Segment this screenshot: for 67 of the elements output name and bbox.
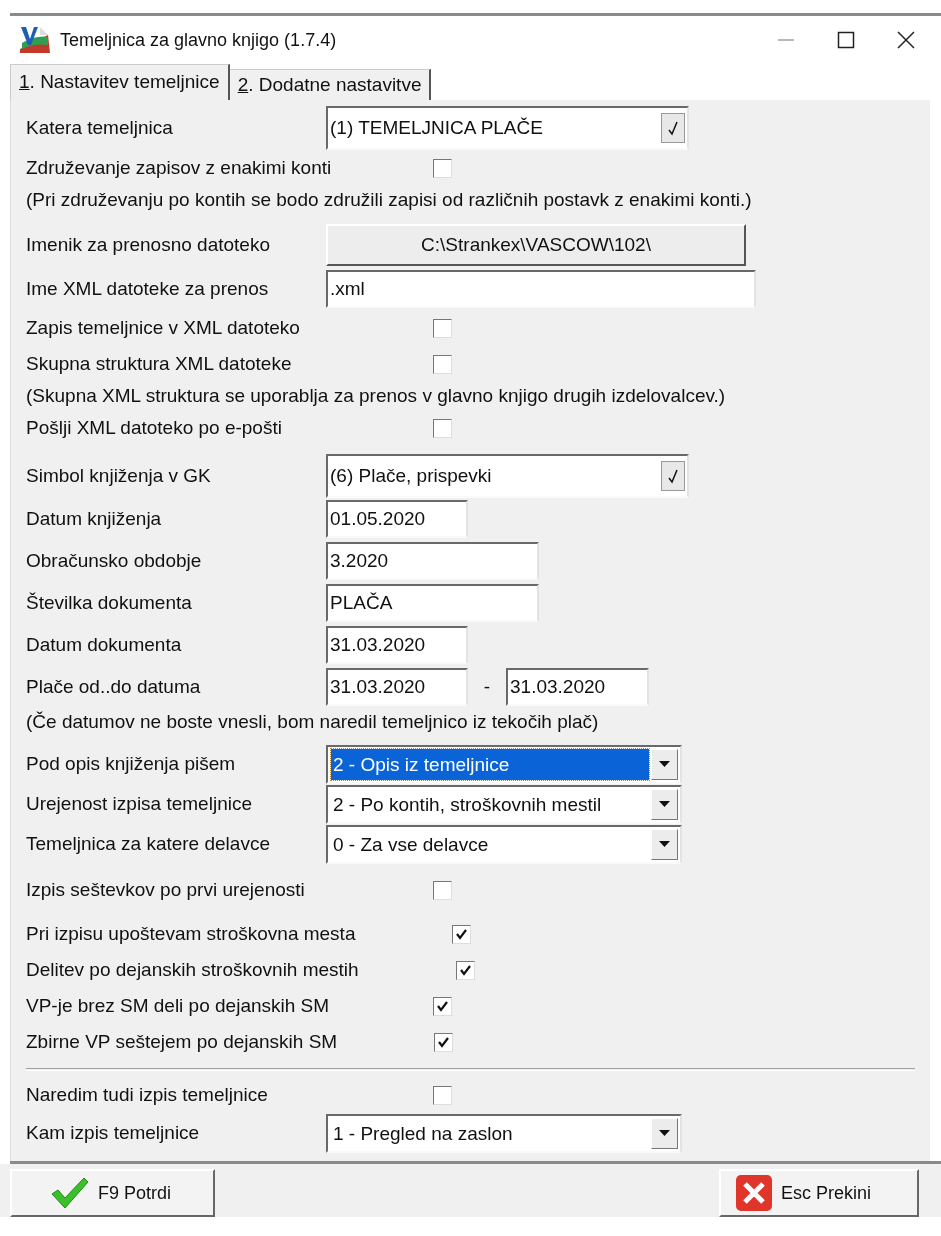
app-logo-icon <box>18 25 52 55</box>
dropdown[interactable]: 2 - Opis iz temeljnice <box>326 744 682 784</box>
checkbox-label: Delitev po dejanskih stroškovnih mestih <box>26 957 359 982</box>
checkbox-label: Zbirne VP seštejem po dejanskih SM <box>26 1029 338 1054</box>
checkbox[interactable] <box>433 418 452 438</box>
checkbox[interactable] <box>434 1032 454 1052</box>
note-text: (Skupna XML struktura se uporablja za prenos v glavno knjigo drugih izdelovalcev.) <box>26 383 726 408</box>
note-text: (Če datumov ne boste vnesli, bom naredil temeljnico iz tekočih plač) <box>26 709 599 734</box>
checkmark-icon <box>50 1176 90 1210</box>
field-label: Številka dokumenta <box>26 590 193 615</box>
maximize-icon[interactable] <box>837 31 855 49</box>
note-text: (Pri združevanju po kontih se bodo združili zapisi od različnih postavk z enakimi konti.) <box>26 187 752 212</box>
combo-box[interactable]: (6) Plače, prispevki <box>326 454 689 498</box>
folder-button[interactable]: C:\Strankex\VASCOW\102\ <box>326 224 746 266</box>
checkbox-label: Zapis temeljnice v XML datoteko <box>26 315 301 340</box>
field-label: Temeljnica za katere delavce <box>26 831 271 856</box>
date-field[interactable]: 31.03.2020 <box>326 668 468 706</box>
dropdown[interactable]: 0 - Za vse delavce <box>326 824 682 864</box>
input-field[interactable]: 3.2020 <box>326 542 539 580</box>
checkbox-label: Naredim tudi izpis temeljnice <box>26 1082 269 1107</box>
close-icon[interactable] <box>897 31 915 49</box>
check-icon <box>661 461 685 491</box>
dialog-button[interactable]: F9 Potrdi <box>10 1169 215 1217</box>
input-field[interactable]: 31.03.2020 <box>326 626 468 664</box>
field-label: Katera temeljnica <box>26 115 174 140</box>
checkbox-label: Skupna struktura XML datoteke <box>26 351 293 376</box>
tick-icon <box>436 999 449 1013</box>
checkbox[interactable] <box>433 996 452 1016</box>
tick-icon <box>437 1035 451 1049</box>
checkbox[interactable] <box>433 1085 452 1105</box>
input-field[interactable]: PLAČA <box>326 584 539 622</box>
dropdown[interactable]: 2 - Po kontih, stroškovnih mestil <box>326 784 682 824</box>
field-label: Ime XML datoteke za prenos <box>26 276 270 301</box>
field-label: Kam izpis temeljnice <box>26 1120 201 1145</box>
checkbox-label: Združevanje zapisov z enakimi konti <box>26 155 333 180</box>
field-label: Urejenost izpisa temeljnice <box>26 791 253 816</box>
tick-icon <box>455 927 469 941</box>
field-label: Datum knjiženja <box>26 506 163 531</box>
tick-icon <box>458 963 472 977</box>
tab[interactable]: 2. Dodatne nastavitve <box>229 69 432 100</box>
checkbox[interactable] <box>433 158 452 178</box>
checkbox-label: VP-je brez SM deli po dejanskih SM <box>26 993 331 1018</box>
field-label: Datum dokumenta <box>26 632 183 657</box>
field-label: Plače od..do datuma <box>26 674 202 699</box>
checkbox[interactable] <box>455 960 475 980</box>
checkbox-label: Pri izpisu upoštevam stroškovna mesta <box>26 921 356 946</box>
field-label: Simbol knjiženja v GK <box>26 463 212 488</box>
check-icon <box>661 113 685 143</box>
checkbox-label: Izpis seštevkov po prvi urejenosti <box>26 877 306 902</box>
input-field[interactable]: .xml <box>326 270 756 308</box>
date-field[interactable]: 31.03.2020 <box>506 668 649 706</box>
checkbox[interactable] <box>433 880 452 900</box>
close-icon <box>735 1174 773 1212</box>
combo-box[interactable]: (1) TEMELJNICA PLAČE <box>326 106 689 150</box>
dialog-button[interactable]: Esc Prekini <box>719 1169 919 1217</box>
dropdown[interactable]: 1 - Pregled na zaslon <box>326 1113 682 1153</box>
input-field[interactable]: 01.05.2020 <box>326 500 468 538</box>
checkbox[interactable] <box>433 318 452 338</box>
range-separator: - <box>482 674 492 699</box>
checkbox-label: Pošlji XML datoteko po e-pošti <box>26 415 283 440</box>
checkbox[interactable] <box>433 354 452 374</box>
tab[interactable]: 1. Nastavitev temeljnice <box>10 64 230 100</box>
field-label: Pod opis knjiženja pišem <box>26 751 237 776</box>
field-label: Obračunsko obdobje <box>26 548 203 573</box>
window-title: Temeljnica za glavno knjigo (1.7.4) <box>60 28 337 52</box>
checkbox[interactable] <box>452 924 472 944</box>
field-label: Imenik za prenosno datoteko <box>26 232 271 257</box>
